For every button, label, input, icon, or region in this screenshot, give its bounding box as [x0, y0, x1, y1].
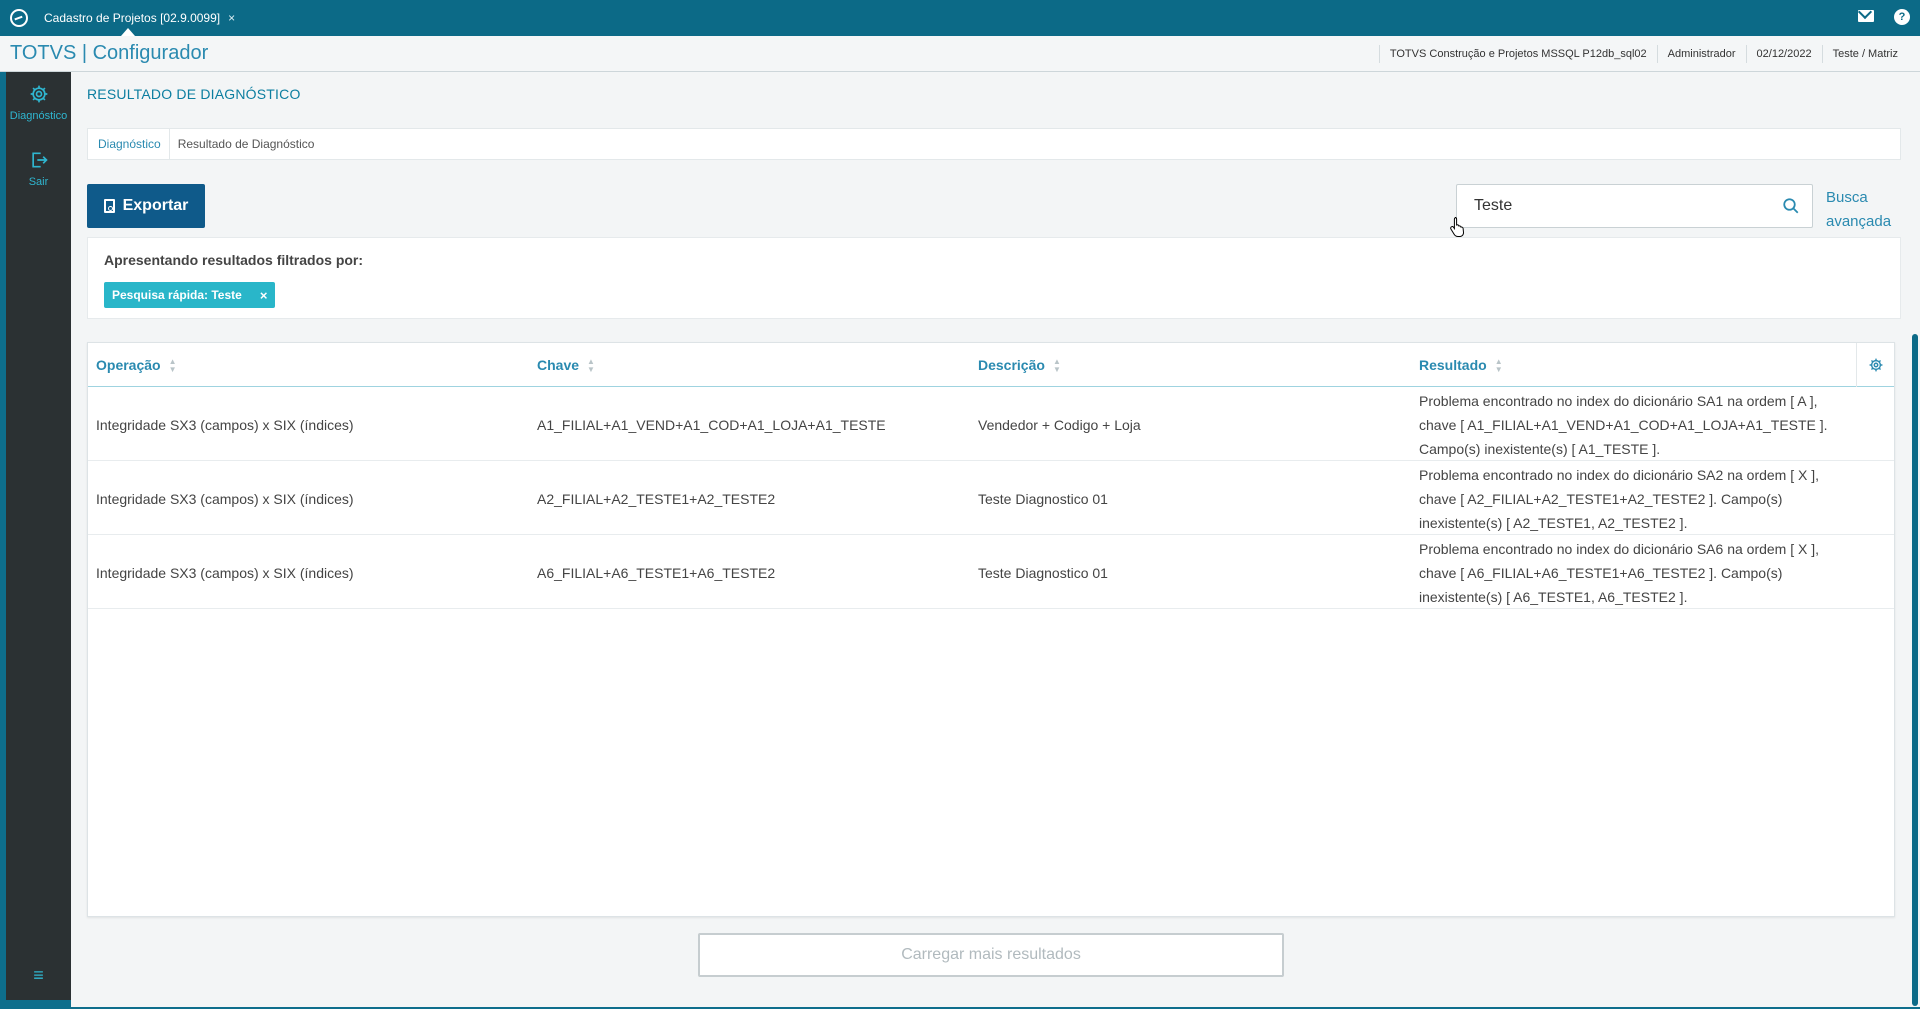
scrollbar-thumb[interactable]	[1912, 334, 1918, 1006]
column-header-label: Descrição	[978, 357, 1045, 373]
search-icon[interactable]	[1782, 197, 1800, 215]
results-table: Operação ▲ ▼ Chave ▲ ▼ Descrição ▲ ▼ Resultado…	[87, 342, 1895, 917]
cell-resultado: Problema encontrado no index do dicionár…	[1419, 540, 1820, 605]
active-tab-indicator	[121, 28, 135, 36]
app-brand: TOTVS | Configurador	[10, 42, 209, 64]
filter-chip-label: Pesquisa rápida: Teste	[112, 288, 242, 302]
chip-close-icon[interactable]: ×	[260, 288, 268, 303]
table-row[interactable]: Integridade SX3 (campos) x SIX (índices)…	[88, 388, 1894, 461]
document-icon	[103, 199, 115, 213]
logout-icon	[31, 152, 48, 168]
environment-label: TOTVS Construção e Projetos MSSQL P12db_…	[1378, 45, 1657, 63]
sort-icon[interactable]: ▲ ▼	[169, 358, 177, 374]
sort-icon[interactable]: ▲ ▼	[1495, 358, 1503, 374]
export-button-label: Exportar	[122, 197, 189, 214]
breadcrumb-current: Resultado de Diagnóstico	[177, 137, 315, 151]
mail-icon[interactable]	[1858, 10, 1874, 22]
breadcrumb-link-diagnostico[interactable]: Diagnóstico	[98, 137, 161, 151]
cell-chave: A6_FILIAL+A6_TESTE1+A6_TESTE2	[537, 564, 776, 581]
column-header-chave[interactable]: Chave ▲ ▼	[537, 343, 595, 387]
sidebar-item-sair[interactable]: Sair	[6, 150, 71, 188]
advanced-search-link[interactable]: Busca avançada	[1826, 186, 1891, 234]
window-tab[interactable]: Cadastro de Projetos [02.9.0099] ×	[38, 0, 241, 36]
sort-icon[interactable]: ▲ ▼	[1053, 358, 1061, 374]
main-content: RESULTADO DE DIAGNÓSTICO Diagnóstico Res…	[71, 72, 1920, 1008]
column-header-label: Operação	[96, 357, 161, 373]
app-header: TOTVS | Configurador TOTVS Construção e …	[0, 36, 1920, 72]
table-row[interactable]: Integridade SX3 (campos) x SIX (índices)…	[88, 462, 1894, 535]
cell-operacao: Integridade SX3 (campos) x SIX (índices)	[96, 564, 354, 581]
branch-label: Teste / Matriz	[1821, 45, 1908, 63]
menu-toggle-icon[interactable]: ≡	[6, 965, 71, 986]
cell-descricao: Vendedor + Codigo + Loja	[978, 416, 1141, 433]
breadcrumb: Diagnóstico Resultado de Diagnóstico	[87, 128, 1901, 160]
user-label: Administrador	[1656, 45, 1746, 63]
search-box	[1456, 184, 1813, 228]
gear-icon	[30, 85, 47, 103]
advanced-search-line1: Busca	[1826, 189, 1868, 206]
filter-label: Apresentando resultados filtrados por:	[104, 252, 364, 268]
search-input[interactable]	[1458, 186, 1758, 226]
help-icon[interactable]: ?	[1894, 9, 1910, 25]
column-header-resultado[interactable]: Resultado ▲ ▼	[1419, 343, 1503, 387]
cell-chave: A2_FILIAL+A2_TESTE1+A2_TESTE2	[537, 490, 776, 507]
table-header: Operação ▲ ▼ Chave ▲ ▼ Descrição ▲ ▼ Resultado…	[88, 343, 1894, 387]
filter-chip: Pesquisa rápida: Teste ×	[104, 282, 276, 308]
totvs-logo-icon[interactable]	[10, 9, 28, 27]
column-header-label: Resultado	[1419, 357, 1487, 373]
sidebar-item-label: Diagnóstico	[9, 110, 68, 122]
scrollbar[interactable]	[1911, 72, 1920, 1008]
breadcrumb-separator	[168, 128, 170, 160]
tab-close-icon[interactable]: ×	[228, 1, 235, 35]
hand-cursor-icon	[1450, 217, 1465, 237]
table-row[interactable]: Integridade SX3 (campos) x SIX (índices)…	[88, 536, 1894, 609]
cell-descricao: Teste Diagnostico 01	[978, 564, 1108, 581]
filter-panel: Apresentando resultados filtrados por: P…	[87, 237, 1901, 319]
cell-resultado: Problema encontrado no index do dicionár…	[1419, 392, 1828, 457]
table-settings-button[interactable]	[1856, 343, 1894, 387]
column-header-descricao[interactable]: Descrição ▲ ▼	[978, 343, 1061, 387]
column-header-label: Chave	[537, 357, 580, 373]
sidebar-item-label: Sair	[28, 176, 49, 188]
top-tab-bar: Cadastro de Projetos [02.9.0099] × ?	[0, 0, 1920, 36]
page-title: RESULTADO DE DIAGNÓSTICO	[87, 86, 301, 102]
sidebar: Diagnóstico Sair ≡	[6, 72, 71, 1000]
cell-chave: A1_FILIAL+A1_VEND+A1_COD+A1_LOJA+A1_TEST…	[537, 416, 886, 433]
cell-operacao: Integridade SX3 (campos) x SIX (índices)	[96, 490, 354, 507]
advanced-search-line2: avançada	[1826, 213, 1892, 230]
column-header-operacao[interactable]: Operação ▲ ▼	[96, 343, 177, 387]
cell-descricao: Teste Diagnostico 01	[978, 490, 1108, 507]
cell-resultado: Problema encontrado no index do dicionár…	[1419, 466, 1820, 531]
gear-icon	[1869, 358, 1883, 372]
sort-icon[interactable]: ▲ ▼	[587, 358, 595, 374]
date-label: 02/12/2022	[1745, 45, 1822, 63]
cell-operacao: Integridade SX3 (campos) x SIX (índices)	[96, 416, 354, 433]
load-more-button[interactable]: Carregar mais resultados	[698, 933, 1284, 977]
export-button[interactable]: Exportar	[87, 184, 205, 228]
header-info: TOTVS Construção e Projetos MSSQL P12db_…	[1378, 36, 1908, 72]
sidebar-item-diagnostico[interactable]: Diagnóstico	[6, 84, 71, 122]
